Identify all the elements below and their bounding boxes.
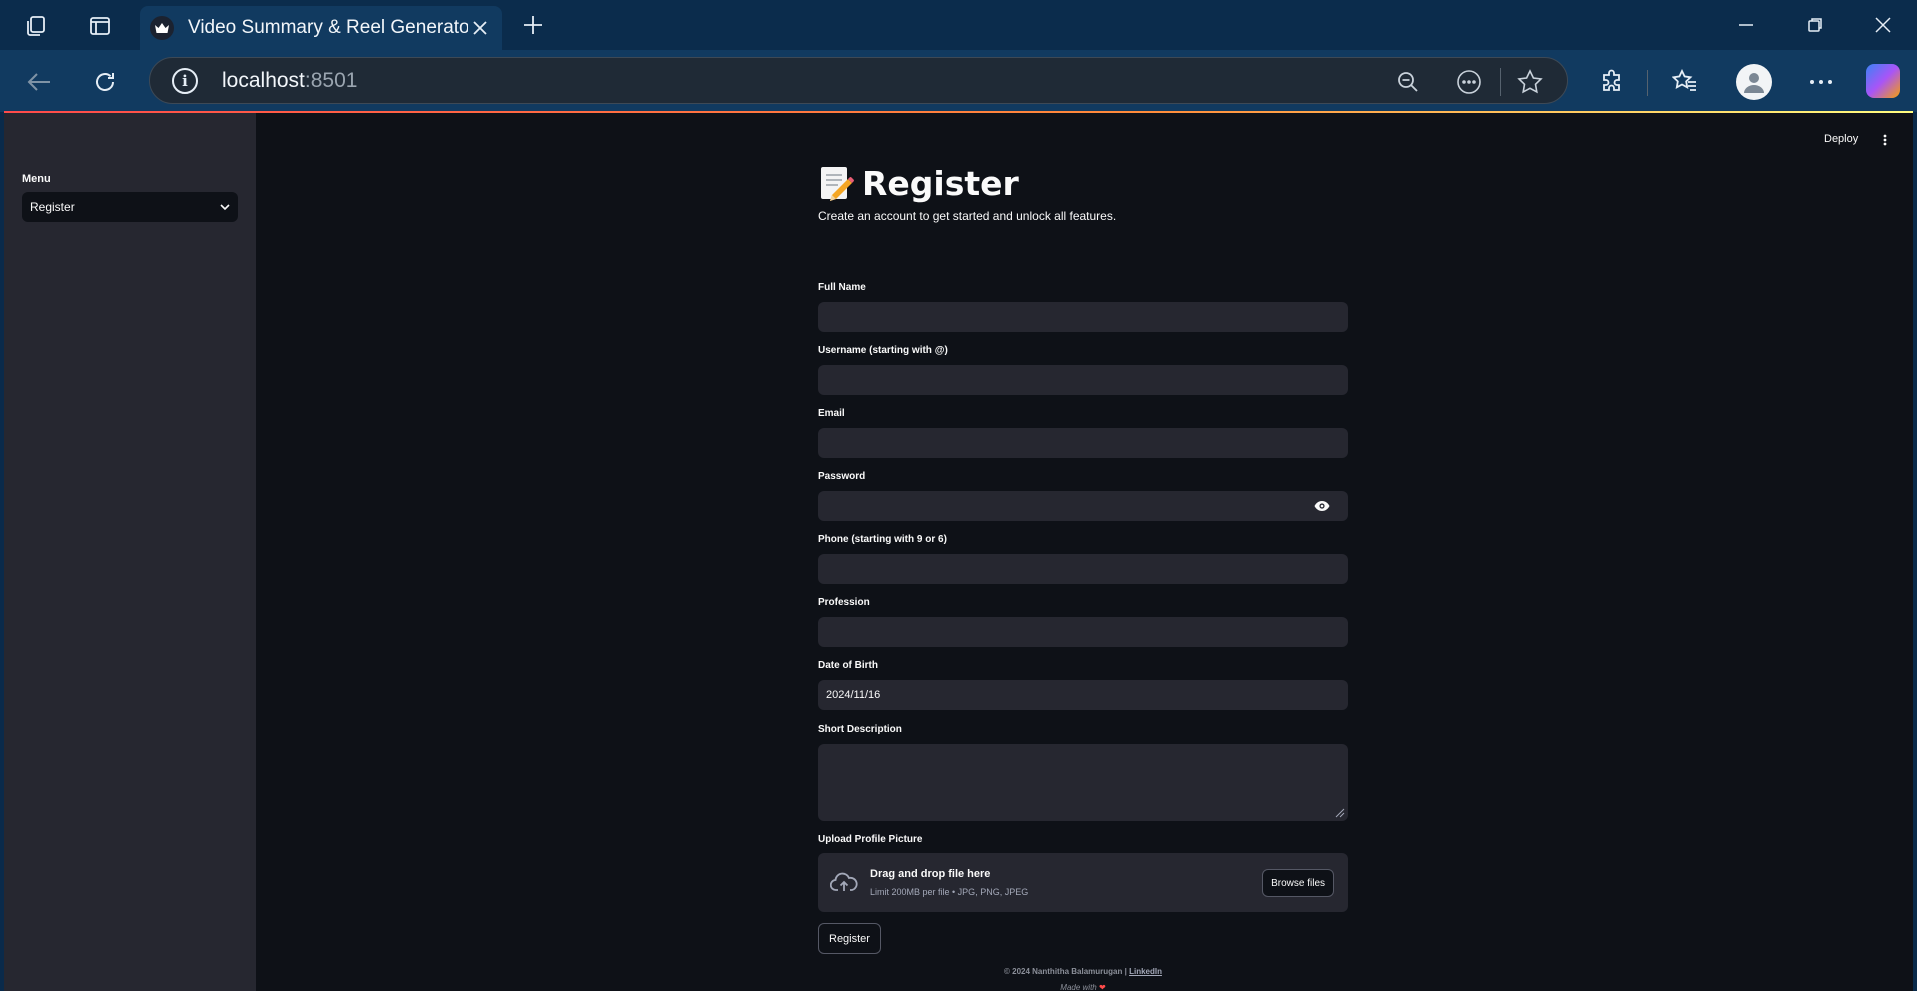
menu-selected-value: Register <box>30 200 75 214</box>
browser-tab-active[interactable]: Video Summary & Reel Generator <box>140 6 502 50</box>
username-input[interactable] <box>818 365 1348 395</box>
profile-avatar-icon[interactable] <box>1736 64 1772 100</box>
separator <box>1500 68 1501 96</box>
favorite-star-icon[interactable] <box>1516 68 1544 96</box>
favorites-icon[interactable] <box>1668 65 1702 99</box>
username-label: Username (starting with @) <box>818 345 948 356</box>
copilot-icon[interactable] <box>1866 64 1900 98</box>
chevron-down-icon <box>220 203 230 210</box>
menu-select[interactable]: Register <box>22 192 238 222</box>
browse-files-button[interactable]: Browse files <box>1262 869 1334 897</box>
password-input[interactable] <box>818 491 1348 521</box>
extensions-icon[interactable] <box>1595 65 1629 99</box>
dob-label: Date of Birth <box>818 660 878 671</box>
file-dropzone[interactable]: Drag and drop file here Limit 200MB per … <box>818 853 1348 912</box>
linkedin-link[interactable]: LinkedIn <box>1129 967 1162 976</box>
crown-icon <box>150 16 174 40</box>
footer-made-with: Made with ❤ <box>1060 983 1106 991</box>
memo-icon <box>821 167 854 201</box>
password-label: Password <box>818 471 866 482</box>
page-subtitle: Create an account to get started and unl… <box>818 209 1117 223</box>
site-info-icon[interactable]: i <box>172 68 198 94</box>
footer-copyright: © 2024 Nanthitha Balamurugan | LinkedIn <box>1004 967 1162 976</box>
profession-label: Profession <box>818 597 870 608</box>
menu-label: Menu <box>22 173 51 185</box>
profession-input[interactable] <box>818 617 1348 647</box>
close-tab-icon[interactable] <box>468 16 492 40</box>
new-tab-icon[interactable] <box>518 10 548 40</box>
close-window-icon[interactable] <box>1863 10 1903 40</box>
back-icon[interactable] <box>22 65 56 99</box>
tab-actions-icon[interactable] <box>84 10 116 42</box>
main-menu-icon[interactable] <box>1878 131 1892 149</box>
upload-label: Upload Profile Picture <box>818 834 923 845</box>
description-textarea[interactable] <box>818 744 1348 821</box>
resize-handle-icon[interactable] <box>1335 808 1345 818</box>
description-label: Short Description <box>818 724 902 735</box>
refresh-icon[interactable] <box>88 65 122 99</box>
email-input[interactable] <box>818 428 1348 458</box>
page-title: Register <box>862 163 1019 203</box>
minimize-icon[interactable] <box>1726 10 1766 40</box>
url-text: localhost:8501 <box>222 69 358 92</box>
full-name-input[interactable] <box>818 302 1348 332</box>
email-label: Email <box>818 408 845 419</box>
phone-input[interactable] <box>818 554 1348 584</box>
upload-limit-text: Limit 200MB per file • JPG, PNG, JPEG <box>870 887 1029 897</box>
dob-date-input[interactable]: 2024/11/16 <box>818 680 1348 710</box>
restore-icon[interactable] <box>1795 10 1835 40</box>
tab-title: Video Summary & Reel Generator <box>188 17 468 38</box>
register-button[interactable]: Register <box>818 923 881 954</box>
sidebar: Menu Register <box>4 113 256 991</box>
drop-text: Drag and drop file here <box>870 868 991 880</box>
zoom-out-icon[interactable] <box>1394 68 1422 96</box>
deploy-button[interactable]: Deploy <box>1824 133 1858 145</box>
workspaces-icon[interactable] <box>20 10 52 42</box>
settings-more-icon[interactable] <box>1804 65 1838 99</box>
full-name-label: Full Name <box>818 282 866 293</box>
phone-label: Phone (starting with 9 or 6) <box>818 534 947 545</box>
show-password-eye-icon[interactable] <box>1314 499 1330 513</box>
separator <box>1647 70 1648 96</box>
app-viewport: Menu Register Deploy Register Create an … <box>4 113 1913 991</box>
browser-tab-strip: Video Summary & Reel Generator <box>0 0 1917 50</box>
heart-icon: ❤ <box>1099 983 1106 991</box>
browser-toolbar: i localhost:8501 <box>0 50 1917 112</box>
more-actions-icon[interactable] <box>1455 68 1483 96</box>
address-bar[interactable]: i localhost:8501 <box>149 57 1568 104</box>
cloud-upload-icon <box>830 872 858 891</box>
page-header: Register <box>818 163 1019 203</box>
